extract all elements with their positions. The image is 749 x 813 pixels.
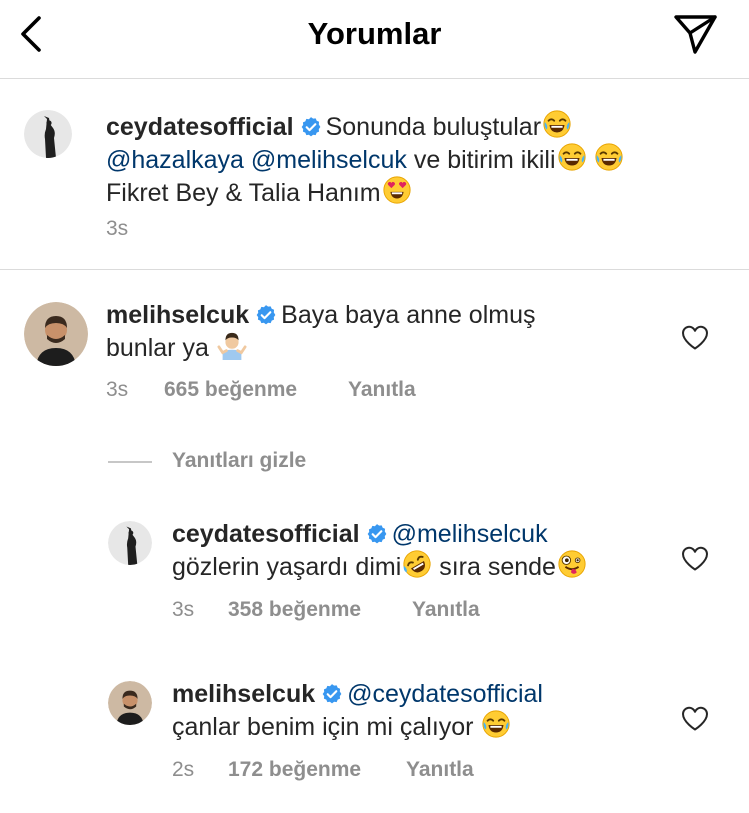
verified-badge-icon [366, 523, 388, 545]
avatar-image [24, 302, 88, 366]
joy-emoji-icon [481, 709, 511, 739]
avatar-image [108, 681, 152, 725]
reply-author-avatar[interactable] [108, 521, 152, 565]
reply-mention[interactable]: @ceydatesofficial [347, 680, 543, 708]
shrug-emoji-icon [217, 330, 247, 360]
comment-text: melihselcuk Baya baya anne olmuş bunlar y… [106, 300, 666, 363]
caption-text-part2: ve bitirim ikili [413, 146, 556, 174]
caption-author-avatar[interactable] [24, 110, 72, 158]
reply-text-part1: gözlerin yaşardı dimi [172, 553, 402, 581]
reply-meta: 3s 358 beğenme Yanıtla [172, 597, 572, 623]
avatar-image [108, 521, 152, 565]
hide-replies-label[interactable]: Yanıtları gizle [172, 449, 306, 473]
like-reply-button[interactable] [681, 705, 709, 731]
paper-plane-icon [674, 15, 717, 54]
caption-text-part1: Sonunda buluştular [325, 113, 542, 141]
comment-text-line1: Baya baya anne olmuş [281, 301, 536, 329]
reply-text-part2: sıra sende [432, 553, 556, 581]
joy-emoji-icon [542, 109, 572, 139]
heart-icon [681, 545, 709, 571]
reply-button[interactable]: Yanıtla [348, 377, 416, 403]
heart-icon [681, 324, 709, 350]
comment-like-count[interactable]: 665 beğenme [164, 377, 297, 403]
like-comment-button[interactable] [681, 324, 709, 350]
caption-text-part3: Fikret Bey & Talia Hanım [106, 179, 381, 207]
caption-text: ceydatesofficial Sonunda buluştular @haza… [106, 109, 706, 208]
comment-meta: 3s 665 beğenme Yanıtla [106, 377, 506, 403]
reply-username[interactable]: melihselcuk [172, 680, 315, 708]
reply-like-count[interactable]: 172 beğenme [228, 757, 361, 783]
caption-timestamp: 3s [106, 217, 129, 240]
reply-timestamp: 3s [172, 598, 195, 621]
heart-eyes-emoji-icon [382, 175, 412, 205]
caption-username[interactable]: ceydatesofficial [106, 113, 294, 141]
joy-emoji-icon [557, 142, 587, 172]
top-navigation-bar: Yorumlar [0, 0, 749, 79]
comment-username[interactable]: melihselcuk [106, 301, 249, 329]
heart-icon [681, 705, 709, 731]
avatar-image [24, 110, 72, 158]
reply-username[interactable]: ceydatesofficial [172, 520, 360, 548]
reply-text-part1: çanlar benim için mi çalıyor [172, 713, 481, 741]
verified-badge-icon [321, 683, 343, 705]
reply-text: melihselcuk @ceydatesofficial çanlar beni… [172, 679, 672, 742]
rofl-emoji-icon [402, 549, 432, 579]
reply-button[interactable]: Yanıtla [406, 757, 474, 783]
caption-divider [0, 269, 749, 270]
comment-timestamp: 3s [106, 378, 129, 401]
reply-like-count[interactable]: 358 beğenme [228, 597, 361, 623]
mention-melihselcuk[interactable]: @melihselcuk [251, 146, 407, 174]
verified-badge-icon [300, 116, 322, 138]
page-title: Yorumlar [307, 16, 442, 51]
comment-author-avatar[interactable] [24, 302, 88, 366]
verified-badge-icon [255, 304, 277, 326]
reply-button[interactable]: Yanıtla [412, 597, 480, 623]
reply-timestamp: 2s [172, 758, 195, 781]
reply-mention[interactable]: @melihselcuk [392, 520, 548, 548]
reply-meta: 2s 172 beğenme Yanıtla [172, 757, 572, 783]
share-button[interactable] [672, 12, 718, 56]
comment-text-line2: bunlar ya [106, 334, 209, 362]
thread-line [108, 461, 152, 463]
like-reply-button[interactable] [681, 545, 709, 571]
joy-emoji-icon [594, 142, 624, 172]
mention-hazalkaya[interactable]: @hazalkaya [106, 146, 244, 174]
reply-author-avatar[interactable] [108, 681, 152, 725]
reply-text: ceydatesofficial @melihselcuk gözlerin ya… [172, 519, 672, 582]
zany-face-emoji-icon [557, 549, 587, 579]
